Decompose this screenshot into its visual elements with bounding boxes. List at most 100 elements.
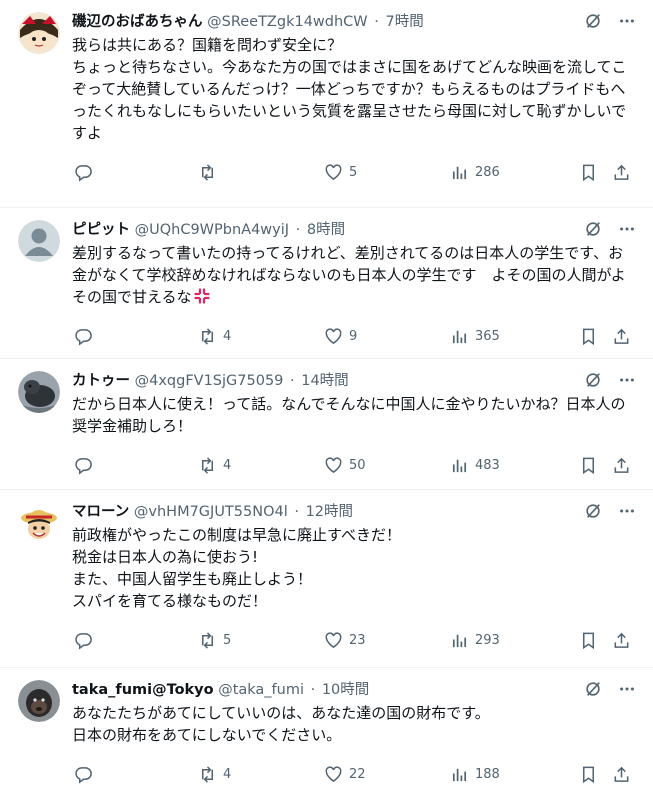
reply-icon — [75, 632, 92, 650]
repost-button[interactable]: 4 — [198, 764, 231, 784]
post-header: 磯辺のおばあちゃん @SReeTZgk14wdhCW · 7時間 — [72, 12, 637, 32]
repost-icon — [201, 631, 214, 649]
views-button[interactable]: 365 — [450, 326, 500, 346]
display-name[interactable]: taka_fumi@Tokyo — [72, 682, 214, 698]
bookmark-button[interactable] — [579, 455, 598, 475]
like-count: 5 — [349, 164, 358, 180]
reply-icon — [75, 766, 92, 784]
share-button[interactable] — [612, 455, 631, 475]
user-handle[interactable]: @4xqgFV1SjG75059 — [135, 373, 284, 389]
grok-icon[interactable] — [583, 219, 603, 239]
display-name[interactable]: マローン — [72, 504, 129, 520]
share-button[interactable] — [612, 326, 631, 346]
post-time[interactable]: 14時間 — [301, 373, 348, 389]
more-options-icon[interactable] — [617, 679, 637, 699]
reply-timeline: 磯辺のおばあちゃん @SReeTZgk14wdhCW · 7時間 我らは共にある… — [0, 0, 653, 800]
like-button[interactable]: 22 — [324, 764, 366, 784]
views-button[interactable]: 293 — [450, 630, 500, 650]
bookmark-button[interactable] — [579, 630, 598, 650]
avatar[interactable] — [18, 220, 60, 262]
repost-count: 4 — [223, 766, 232, 782]
action-bar: 5 23 293 — [72, 620, 637, 664]
post-time[interactable]: 7時間 — [385, 14, 423, 30]
display-name[interactable]: 磯辺のおばあちゃん — [72, 14, 203, 30]
reply-post[interactable]: ピピット @UQhC9WPbnA4wyiJ · 8時間 差別するなって書いたの持… — [0, 208, 653, 359]
avatar[interactable] — [18, 371, 60, 413]
user-handle[interactable]: @SReeTZgk14wdhCW — [207, 14, 368, 30]
heart-icon — [325, 163, 342, 180]
like-count: 22 — [349, 766, 366, 782]
reply-button[interactable] — [74, 162, 99, 182]
reply-post[interactable]: カトゥー @4xqgFV1SjG75059 · 14時間 だから日本人に使え！っ… — [0, 359, 653, 490]
separator: · — [290, 373, 295, 389]
post-time[interactable]: 8時間 — [307, 222, 345, 238]
anger-icon — [193, 288, 210, 304]
like-button[interactable]: 9 — [324, 326, 357, 346]
share-icon — [614, 457, 629, 473]
post-time[interactable]: 12時間 — [306, 504, 353, 520]
grok-icon[interactable] — [583, 11, 603, 31]
display-name[interactable]: ピピット — [72, 222, 130, 238]
post-header: ピピット @UQhC9WPbnA4wyiJ · 8時間 — [72, 220, 637, 240]
repost-button[interactable]: 5 — [198, 630, 231, 650]
user-handle[interactable]: @UQhC9WPbnA4wyiJ — [135, 222, 289, 238]
avatar[interactable] — [18, 680, 60, 722]
reply-post[interactable]: 磯辺のおばあちゃん @SReeTZgk14wdhCW · 7時間 我らは共にある… — [0, 0, 653, 208]
like-button[interactable]: 5 — [324, 162, 357, 182]
grok-icon[interactable] — [583, 370, 603, 390]
more-options-icon[interactable] — [617, 11, 637, 31]
share-icon — [614, 632, 629, 648]
reply-button[interactable] — [74, 630, 99, 650]
views-icon — [452, 768, 467, 781]
display-name[interactable]: カトゥー — [72, 373, 130, 389]
bookmark-icon — [582, 328, 595, 345]
user-handle[interactable]: @vhHM7GJUT55NO4l — [134, 504, 288, 520]
like-button[interactable]: 23 — [324, 630, 366, 650]
views-button[interactable]: 286 — [450, 162, 500, 182]
reply-button[interactable] — [74, 764, 99, 784]
more-options-icon[interactable] — [617, 370, 637, 390]
action-bar: 5 286 — [72, 152, 637, 196]
bookmark-button[interactable] — [579, 162, 598, 182]
repost-button[interactable]: 4 — [198, 326, 231, 346]
post-text: あなたたちがあてにしていいのは、あなた達の国の財布です。 日本の財布をあてにしな… — [72, 704, 490, 744]
post-time[interactable]: 10時間 — [322, 682, 369, 698]
share-icon — [614, 328, 629, 344]
action-bar: 4 22 188 — [72, 754, 637, 798]
more-options-icon[interactable] — [617, 219, 637, 239]
grok-icon[interactable] — [583, 501, 603, 521]
view-count: 483 — [475, 457, 500, 473]
share-button[interactable] — [612, 764, 631, 784]
share-button[interactable] — [612, 630, 631, 650]
bookmark-icon — [582, 457, 595, 474]
post-header: カトゥー @4xqgFV1SjG75059 · 14時間 — [72, 371, 637, 391]
share-button[interactable] — [612, 162, 631, 182]
view-count: 188 — [475, 766, 500, 782]
views-button[interactable]: 483 — [450, 455, 500, 475]
repost-button[interactable]: 4 — [198, 455, 231, 475]
more-options-icon[interactable] — [617, 501, 637, 521]
like-count: 9 — [349, 328, 358, 344]
views-button[interactable]: 188 — [450, 764, 500, 784]
reply-icon — [75, 164, 92, 182]
views-icon — [452, 166, 467, 179]
user-handle[interactable]: @taka_fumi — [218, 682, 304, 698]
avatar[interactable] — [18, 502, 60, 544]
separator: · — [294, 504, 299, 520]
view-count: 293 — [475, 632, 500, 648]
reply-button[interactable] — [74, 326, 99, 346]
like-button[interactable]: 50 — [324, 455, 366, 475]
bookmark-button[interactable] — [579, 326, 598, 346]
bookmark-button[interactable] — [579, 764, 598, 784]
reply-post[interactable]: マローン @vhHM7GJUT55NO4l · 12時間 前政権がやったこの制度… — [0, 490, 653, 668]
repost-button[interactable] — [198, 162, 223, 182]
reply-post[interactable]: taka_fumi@Tokyo @taka_fumi · 10時間 あなたたちが… — [0, 668, 653, 800]
reply-button[interactable] — [74, 455, 99, 475]
grok-icon[interactable] — [583, 679, 603, 699]
repost-icon — [201, 327, 214, 345]
action-bar: 4 9 365 — [72, 316, 637, 360]
separator: · — [295, 222, 301, 238]
avatar[interactable] — [18, 12, 60, 54]
post-text-body: 差別するなって書いたの持ってるけれど、差別されてるのは日本人の学生です、お金がな… — [72, 244, 626, 306]
post-text: だから日本人に使え！って話。なんでそんなに中国人に金やりたいかね？日本人の奨学金… — [72, 395, 626, 435]
